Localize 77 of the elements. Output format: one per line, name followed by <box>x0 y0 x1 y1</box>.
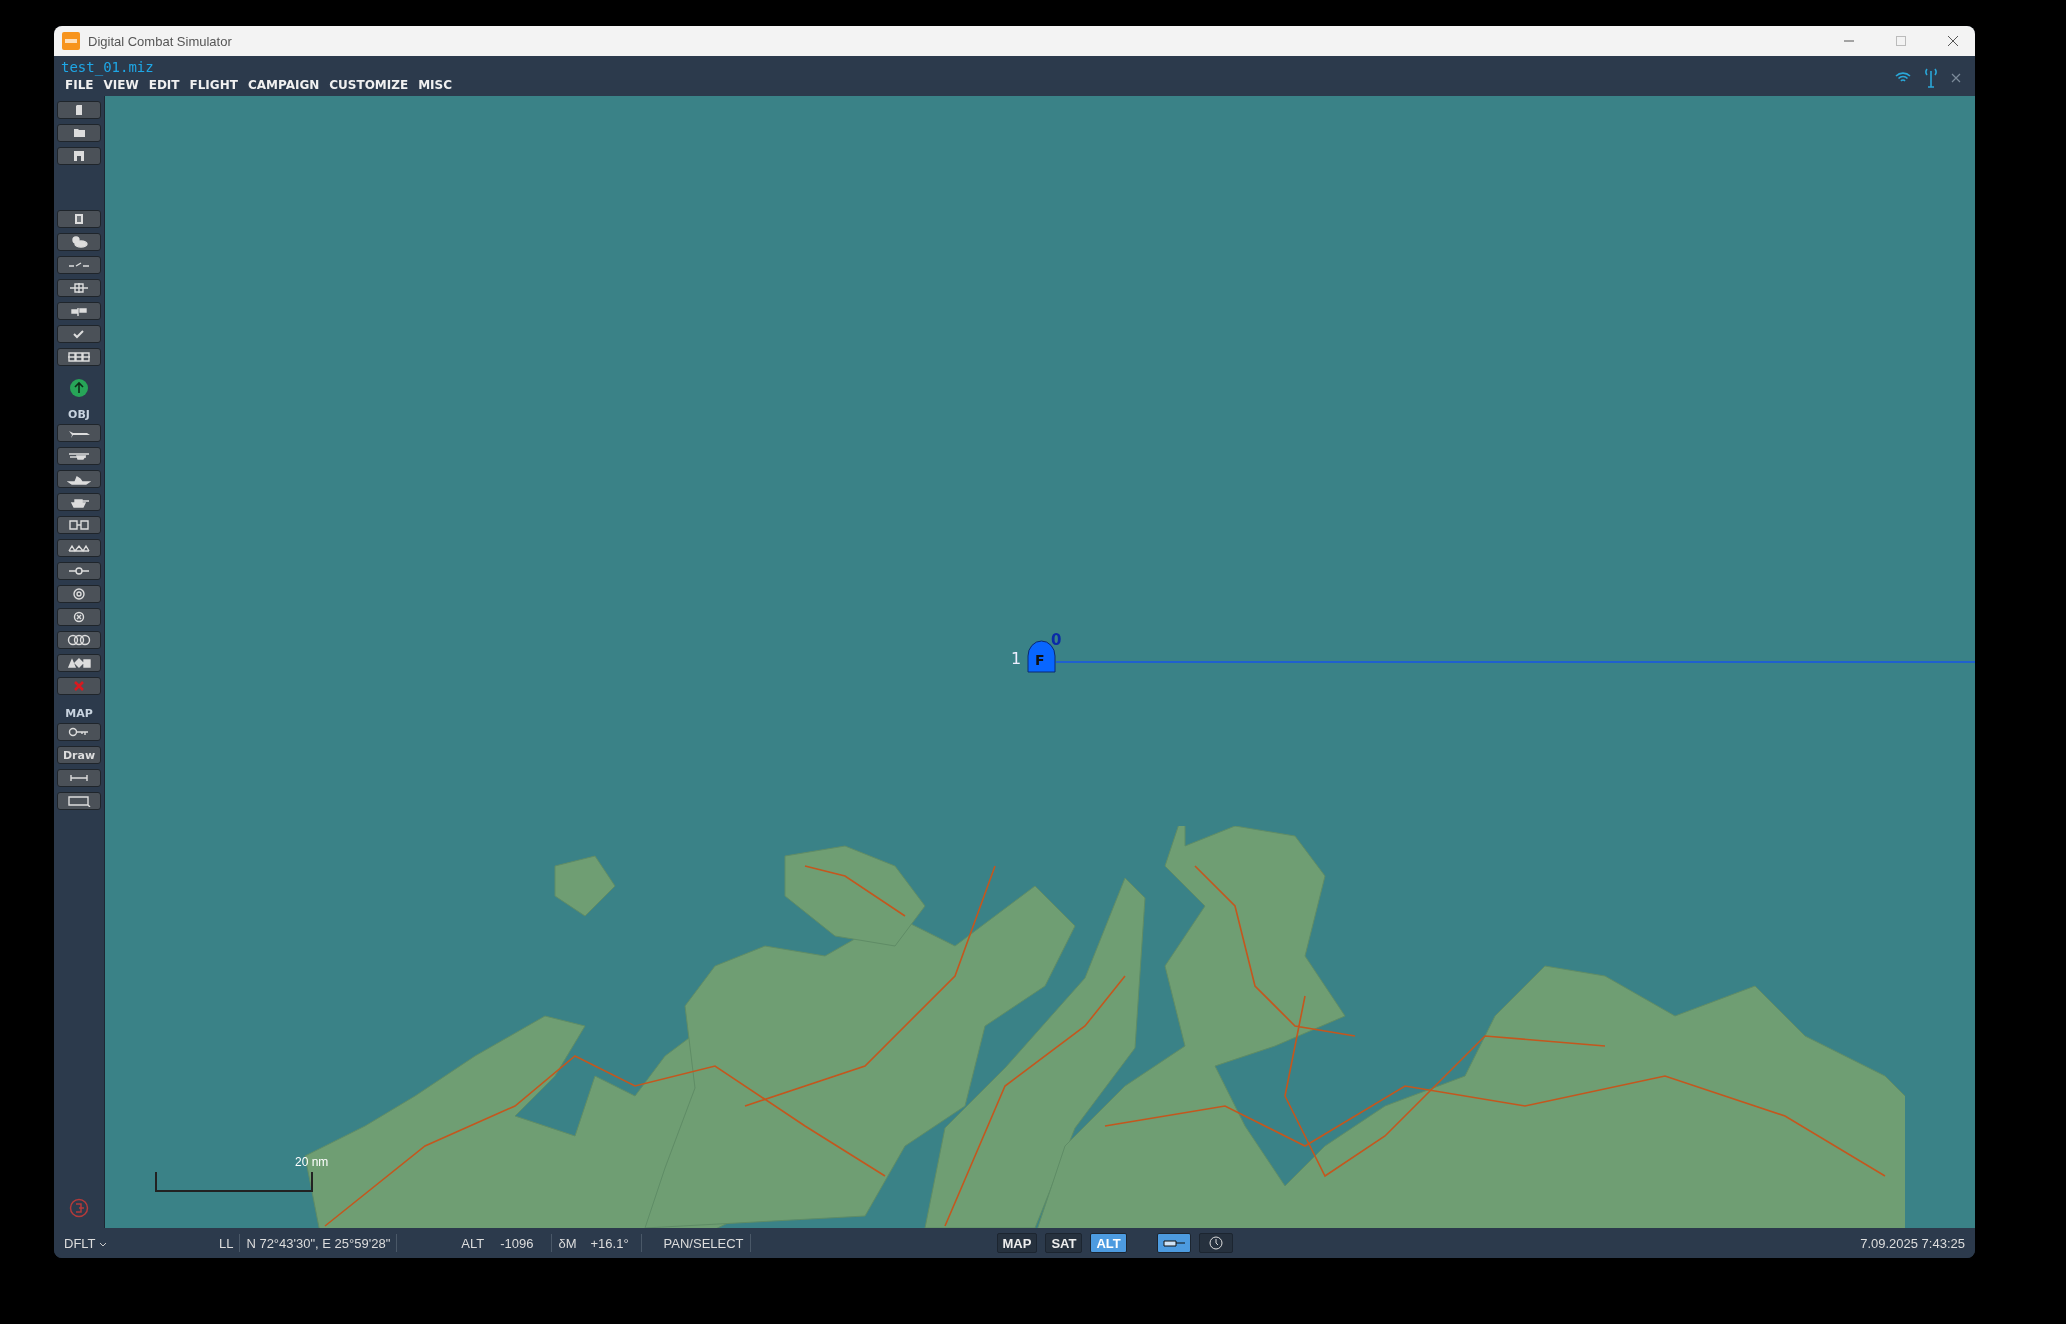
profile-dropdown[interactable]: DFLT <box>64 1235 107 1251</box>
group-number: 1 <box>1011 649 1022 668</box>
menu-item[interactable]: MISC <box>414 76 457 95</box>
tank-icon <box>1161 1238 1186 1248</box>
linked-boxes-icon <box>67 351 91 363</box>
draw-button[interactable]: Draw <box>57 746 101 764</box>
zigzag-icon <box>67 542 91 554</box>
menu-item[interactable]: EDIT <box>144 76 184 95</box>
node-line-icon <box>67 565 91 577</box>
tool-button[interactable] <box>57 769 101 787</box>
tool-button[interactable] <box>57 424 101 442</box>
tool-button[interactable] <box>57 279 101 297</box>
section-label: MAP <box>65 707 93 720</box>
maximize-icon <box>1896 36 1906 46</box>
magnetic-variation-label: δM <box>558 1235 577 1251</box>
tool-button[interactable] <box>57 470 101 488</box>
ship-icon <box>67 473 91 485</box>
shapes-icon <box>67 657 91 669</box>
up-arrow-circle-icon[interactable] <box>69 378 89 398</box>
antenna-icon <box>1925 68 1937 88</box>
coordinate-mode: LL <box>218 1235 234 1251</box>
tool-button[interactable] <box>57 302 101 320</box>
chevron-down-icon <box>98 1241 107 1248</box>
tool-button[interactable] <box>57 585 101 603</box>
tool-button[interactable] <box>57 516 101 534</box>
section-label: OBJ <box>68 408 90 421</box>
tool-button[interactable] <box>57 124 101 142</box>
tool-button[interactable] <box>57 562 101 580</box>
menu-item[interactable]: VIEW <box>99 76 143 95</box>
tool-button[interactable] <box>57 147 101 165</box>
measure-icon <box>67 772 91 784</box>
app-logo-icon <box>62 32 80 50</box>
altitude-label: ALT <box>461 1235 485 1251</box>
close-icon <box>1948 36 1958 46</box>
close-icon[interactable] <box>1951 73 1961 83</box>
tool-button[interactable] <box>57 493 101 511</box>
tool-button[interactable] <box>57 101 101 119</box>
waypoint-index: 0 <box>1051 631 1062 649</box>
tool-button[interactable] <box>57 447 101 465</box>
window-title: Digital Combat Simulator <box>88 33 233 49</box>
tool-button[interactable] <box>57 792 101 810</box>
menu-item[interactable]: CAMPAIGN <box>243 76 324 95</box>
tool-button[interactable] <box>57 256 101 274</box>
wifi-icon <box>1895 72 1911 84</box>
tool-button[interactable] <box>57 210 101 228</box>
menu-item[interactable]: FILE <box>61 76 98 95</box>
clock-icon <box>1208 1236 1223 1250</box>
tool-button[interactable] <box>57 723 101 741</box>
tool-button[interactable] <box>57 654 101 672</box>
file-name: test_01.miz <box>61 58 154 76</box>
tool-button[interactable] <box>57 233 101 251</box>
key-icon <box>67 726 91 738</box>
folder-icon <box>73 129 85 137</box>
tool-button[interactable] <box>57 325 101 343</box>
map-layer-button[interactable]: SAT <box>1045 1233 1083 1253</box>
unit-letter: F <box>1035 652 1045 668</box>
date-time: 7.09.2025 7:43:25 <box>1860 1235 1965 1251</box>
menu-item[interactable]: CUSTOMIZE <box>325 76 413 95</box>
toggle-button[interactable] <box>1156 1233 1191 1253</box>
linked-squares-icon <box>67 519 91 531</box>
map-layer-button[interactable]: MAP <box>996 1233 1038 1253</box>
helicopter-icon <box>67 450 91 462</box>
altitude-value: -1096 <box>500 1235 534 1251</box>
clipboard-icon <box>75 214 83 224</box>
menu-item[interactable]: FLIGHT <box>185 76 242 95</box>
mode-label: PAN/SELECT <box>663 1235 744 1251</box>
scale-label: 20 nm <box>295 1155 329 1169</box>
three-circles-icon <box>67 634 91 646</box>
document-icon <box>76 105 82 115</box>
crosshair-box-icon <box>67 282 91 294</box>
coordinates: N 72°43'30", E 25°59'28" <box>246 1235 391 1251</box>
tool-button[interactable] <box>57 539 101 557</box>
magnetic-variation-value: +16.1° <box>590 1235 629 1251</box>
toggle-button[interactable] <box>1198 1233 1233 1253</box>
tool-button[interactable] <box>57 608 101 626</box>
tool-button[interactable] <box>57 348 101 366</box>
tool-button[interactable] <box>57 631 101 649</box>
